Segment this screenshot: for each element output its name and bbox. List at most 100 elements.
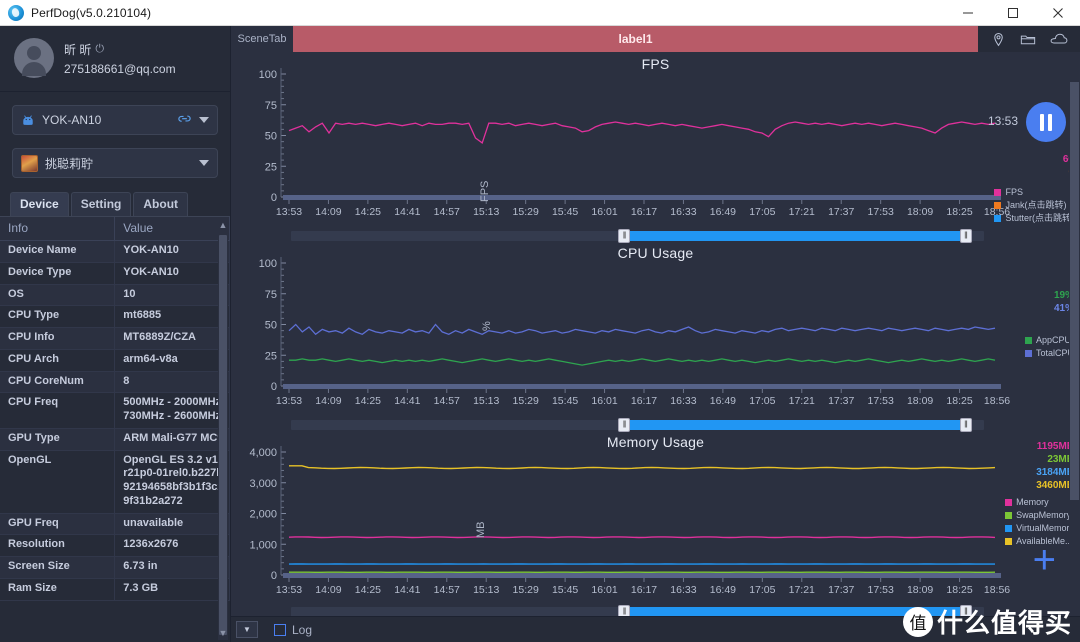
power-icon[interactable]: ⏻	[95, 43, 104, 56]
svg-text:17:37: 17:37	[828, 206, 854, 218]
svg-text:16:01: 16:01	[591, 395, 617, 407]
table-row[interactable]: CPU CoreNum 8	[0, 371, 230, 394]
tab-setting[interactable]: Setting	[70, 192, 132, 216]
legend-item-virtualmemory[interactable]: VirtualMemory	[1005, 522, 1074, 535]
add-chart-button[interactable]: +	[1033, 540, 1056, 580]
svg-text:14:41: 14:41	[394, 395, 420, 407]
info-value: 1236x2676	[114, 534, 230, 557]
svg-text:14:25: 14:25	[355, 206, 381, 218]
svg-text:15:13: 15:13	[473, 584, 499, 596]
info-value: 6.73 in	[114, 556, 230, 579]
fps-timeline-scrollbar[interactable]: ||| |||	[291, 229, 984, 243]
perfdog-logo-icon	[8, 4, 24, 21]
scroll-down-icon[interactable]: ▼	[218, 627, 228, 640]
usb-link-icon[interactable]	[177, 111, 192, 129]
legend-item-totalcpu[interactable]: TotalCPU	[1024, 347, 1074, 360]
memory-timeline-scrollbar[interactable]: ||| |||	[291, 605, 984, 616]
svg-text:17:05: 17:05	[749, 395, 775, 407]
scene-tab-label1[interactable]: label1	[293, 26, 978, 52]
sidebar-table-scrollbar[interactable]: ▲ ▼	[218, 219, 228, 640]
scrollbar-range[interactable]	[623, 420, 964, 430]
maximize-button[interactable]	[990, 0, 1035, 25]
device-select[interactable]: YOK-AN10	[12, 105, 218, 135]
chevron-down-icon[interactable]	[199, 117, 209, 123]
table-row[interactable]: Resolution 1236x2676	[0, 534, 230, 557]
legend-item-appcpu[interactable]: AppCPU	[1024, 334, 1074, 347]
svg-text:14:57: 14:57	[434, 395, 460, 407]
legend-item-fps[interactable]: FPS	[994, 186, 1074, 199]
window-controls	[945, 0, 1080, 25]
info-value: YOK-AN10	[114, 262, 230, 285]
table-row[interactable]: CPU Info MT6889Z/CZA	[0, 327, 230, 350]
table-row[interactable]: OpenGL OpenGL ES 3.2 v1.r21p0-01rel0.b227…	[0, 450, 230, 514]
svg-text:14:57: 14:57	[434, 206, 460, 218]
table-row[interactable]: OS 10	[0, 284, 230, 307]
table-row[interactable]: GPU Type ARM Mali-G77 MC9	[0, 428, 230, 451]
svg-text:0: 0	[271, 570, 277, 582]
info-key: CPU Freq	[0, 392, 116, 429]
window-title: PerfDog(v5.0.210104)	[31, 5, 152, 20]
log-checkbox-group[interactable]: Log	[274, 623, 312, 637]
legend-item-swapmemory[interactable]: SwapMemory	[1005, 509, 1074, 522]
range-grip-left[interactable]: |||	[618, 605, 631, 616]
tab-device[interactable]: Device	[10, 192, 69, 216]
device-info-table: Info Value Device Name YOK-AN10 Device Typ…	[0, 217, 230, 601]
info-key: GPU Type	[0, 428, 116, 451]
info-key: CPU CoreNum	[0, 371, 116, 394]
svg-text:15:45: 15:45	[552, 206, 578, 218]
table-row[interactable]: Device Name YOK-AN10	[0, 240, 230, 263]
cloud-icon[interactable]	[1050, 32, 1068, 46]
info-value: MT6889Z/CZA	[114, 327, 230, 350]
app-select[interactable]: 挑聪莉聍	[12, 148, 218, 178]
info-value: arm64-v8a	[114, 349, 230, 372]
svg-text:14:09: 14:09	[315, 206, 341, 218]
legend-item-memory[interactable]: Memory	[1005, 496, 1074, 509]
pause-button[interactable]	[1026, 102, 1066, 142]
svg-text:18:25: 18:25	[946, 206, 972, 218]
info-value: 7.3 GB	[114, 578, 230, 601]
info-key: CPU Info	[0, 327, 116, 350]
scrollbar-range[interactable]	[623, 607, 964, 616]
device-info-table-wrap: Info Value Device Name YOK-AN10 Device Typ…	[0, 216, 230, 642]
location-pin-icon[interactable]	[991, 32, 1006, 47]
tab-about[interactable]: About	[133, 192, 189, 216]
svg-text:0: 0	[271, 192, 277, 204]
svg-text:17:37: 17:37	[828, 584, 854, 596]
table-row[interactable]: CPU Type mt6885	[0, 305, 230, 328]
scene-tab[interactable]: SceneTab	[231, 26, 293, 52]
cpu-timeline-scrollbar[interactable]: ||| |||	[291, 418, 984, 432]
close-button[interactable]	[1035, 0, 1080, 25]
info-value: YOK-AN10	[114, 240, 230, 263]
info-key: GPU Freq	[0, 513, 116, 536]
charts-container: FPS FPS 0 25 50 75 100 13:53 14:09 14:25 14:41 14…	[231, 52, 1080, 616]
table-row[interactable]: CPU Arch arm64-v8a	[0, 349, 230, 372]
legend-item-stutter[interactable]: Stutter(点击跳转)	[994, 212, 1074, 225]
statusbar-dropdown-button[interactable]: ▼	[236, 621, 258, 638]
info-key: Resolution	[0, 534, 116, 557]
legend-item-jank[interactable]: Jank(点击跳转)	[994, 199, 1074, 212]
chart-fps: FPS FPS 0 25 50 75 100 13:53 14:09 14:25 14:41 14…	[231, 52, 1080, 243]
info-key: OpenGL	[0, 450, 116, 514]
info-key: Device Type	[0, 262, 116, 285]
table-row[interactable]: Ram Size 7.3 GB	[0, 578, 230, 601]
log-checkbox[interactable]	[274, 623, 286, 636]
folder-icon[interactable]	[1020, 32, 1036, 47]
minimize-button[interactable]	[945, 0, 990, 25]
content-pane: SceneTab label1 FPS FPS 0 25 50 75 100 1…	[231, 26, 1080, 642]
scroll-up-icon[interactable]: ▲	[218, 219, 228, 232]
table-row[interactable]: Device Type YOK-AN10	[0, 262, 230, 285]
account-email: 275188661@qq.com	[64, 61, 176, 76]
scrollbar-thumb[interactable]	[219, 235, 227, 635]
svg-text:14:41: 14:41	[394, 206, 420, 218]
y-axis-label-fps: FPS	[479, 180, 491, 202]
table-row[interactable]: Screen Size 6.73 in	[0, 556, 230, 579]
scrollbar-thumb[interactable]	[1070, 82, 1079, 500]
status-bar: ▼ Log	[231, 616, 1080, 642]
scrollbar-range[interactable]	[623, 231, 964, 241]
chevron-down-icon[interactable]	[199, 160, 209, 166]
table-row[interactable]: GPU Freq unavailable	[0, 513, 230, 536]
svg-text:16:49: 16:49	[710, 584, 736, 596]
charts-scrollbar[interactable]	[1069, 78, 1080, 590]
table-row[interactable]: CPU Freq 500MHz - 2000MHz 730MHz - 2600MH…	[0, 392, 230, 429]
range-grip-right[interactable]: |||	[959, 605, 972, 616]
